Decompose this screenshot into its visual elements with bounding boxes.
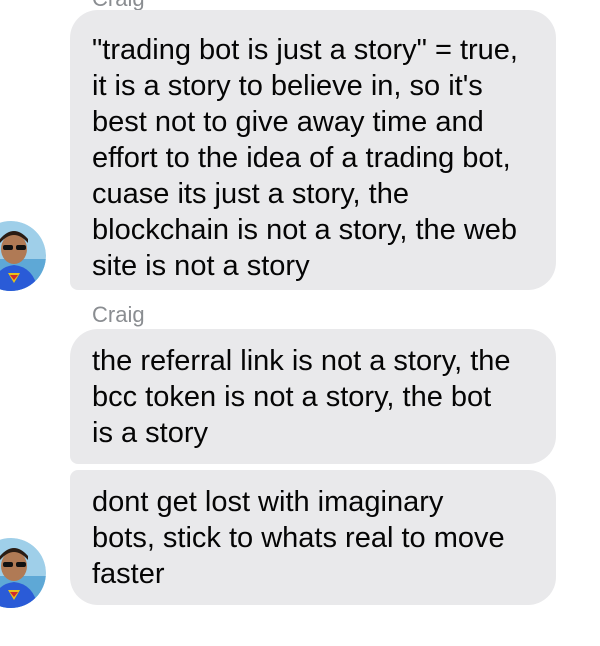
avatar[interactable]	[0, 538, 46, 608]
sender-name-mid: Craig	[92, 302, 145, 327]
avatar-photo-icon	[0, 538, 46, 608]
message-bubble[interactable]: "trading bot is just a story" = true, it…	[70, 10, 556, 290]
avatar-photo-icon	[0, 221, 46, 291]
message-bubble[interactable]: dont get lost with imaginary bots, stick…	[70, 470, 556, 605]
message-bubble[interactable]: the referral link is not a story, the bc…	[70, 329, 556, 464]
avatar[interactable]	[0, 221, 46, 291]
